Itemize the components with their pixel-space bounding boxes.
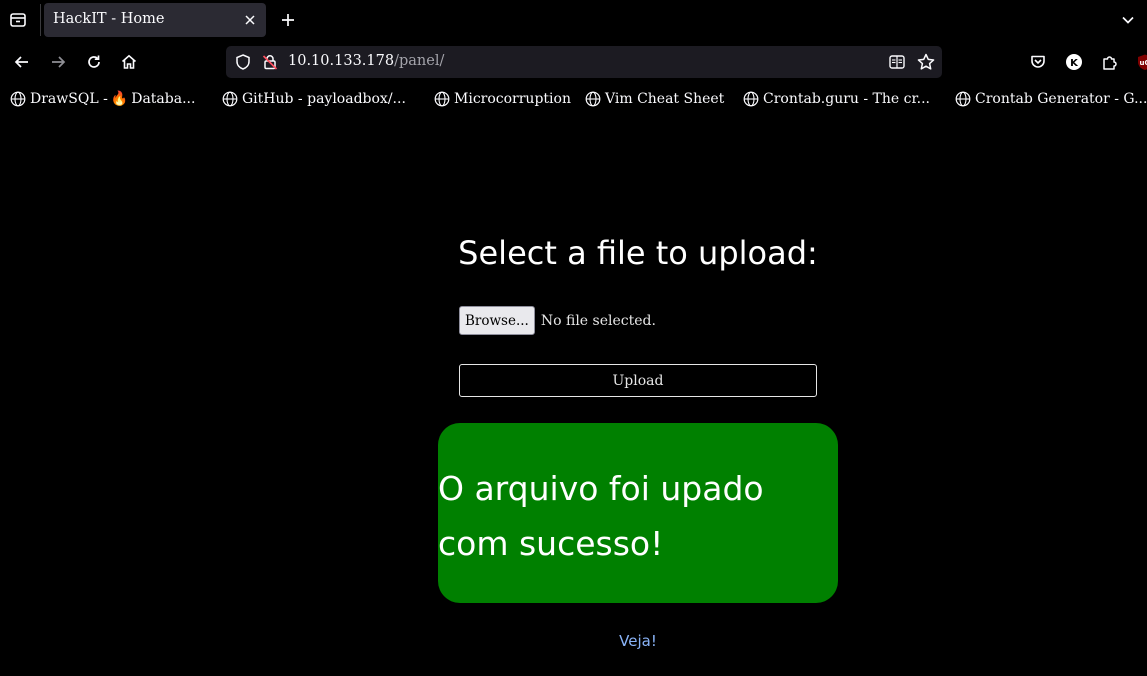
file-input[interactable]: Browse... No file selected. xyxy=(459,306,656,335)
chevron-down-icon[interactable] xyxy=(1118,10,1138,30)
url-text: 10.10.133.178/panel/ xyxy=(288,53,444,69)
upload-button[interactable]: Upload xyxy=(459,364,817,397)
browse-button[interactable]: Browse... xyxy=(459,306,535,335)
plus-icon[interactable] xyxy=(278,10,298,30)
bookmark-label: GitHub - payloadbox/... xyxy=(242,91,406,107)
svg-text:uO: uO xyxy=(1140,59,1147,67)
globe-icon xyxy=(10,91,26,107)
bookmark-label: Databa... xyxy=(131,91,196,107)
account-k-icon[interactable]: K xyxy=(1063,51,1085,73)
bookmark-vim-cheat-sheet[interactable]: Vim Cheat Sheet xyxy=(585,90,737,108)
url-host: 10.10.133.178 xyxy=(288,53,395,69)
forward-arrow-icon[interactable] xyxy=(47,51,69,73)
tab-title: HackIT - Home xyxy=(53,11,165,27)
globe-icon xyxy=(222,91,238,107)
bookmark-label: Vim Cheat Sheet xyxy=(605,91,725,107)
success-message-box: O arquivo foi upado com sucesso! xyxy=(438,423,838,603)
ublock-icon[interactable]: uO xyxy=(1134,51,1147,73)
home-icon[interactable] xyxy=(118,51,140,73)
bookmark-label: Crontab Generator - G... xyxy=(975,91,1147,107)
tab-separator xyxy=(40,4,41,36)
pocket-icon[interactable] xyxy=(1027,51,1049,73)
tab-active[interactable]: HackIT - Home xyxy=(44,3,266,37)
globe-icon xyxy=(743,91,759,107)
bookmark-microcorruption[interactable]: Microcorruption xyxy=(434,90,578,108)
bookmark-label: Microcorruption xyxy=(454,91,571,107)
page-content: Select a file to upload: Browse... No fi… xyxy=(0,114,1147,676)
star-icon[interactable] xyxy=(916,52,936,72)
file-status: No file selected. xyxy=(540,312,656,329)
bookmark-crontab-generator[interactable]: Crontab Generator - G... xyxy=(955,90,1147,108)
bookmark-drawsql[interactable]: DrawSQL - 🔥 Databa... xyxy=(10,90,210,108)
globe-icon xyxy=(955,91,971,107)
bookmark-github-payloadbox[interactable]: GitHub - payloadbox/... xyxy=(222,90,422,108)
close-icon[interactable] xyxy=(242,12,258,28)
back-arrow-icon[interactable] xyxy=(11,51,33,73)
reload-icon[interactable] xyxy=(83,51,105,73)
shield-icon[interactable] xyxy=(234,53,252,71)
globe-icon xyxy=(585,91,601,107)
reader-view-icon[interactable] xyxy=(888,53,906,71)
fire-emoji: 🔥 xyxy=(110,91,129,107)
url-path: /panel/ xyxy=(394,53,445,69)
bookmark-crontab-guru[interactable]: Crontab.guru - The cr... xyxy=(743,90,943,108)
tab-bar: HackIT - Home xyxy=(0,0,1147,40)
navigation-toolbar: 10.10.133.178/panel/ K uO xyxy=(0,40,1147,84)
account-letter: K xyxy=(1070,58,1079,69)
tab-list-icon[interactable] xyxy=(8,10,28,30)
globe-icon xyxy=(434,91,450,107)
puzzle-icon[interactable] xyxy=(1099,51,1121,73)
page-title: Select a file to upload: xyxy=(458,234,818,272)
insecure-lock-icon[interactable] xyxy=(261,53,279,71)
success-message: O arquivo foi upado com sucesso! xyxy=(438,469,764,563)
bookmark-label: DrawSQL - xyxy=(30,91,108,107)
view-link[interactable]: Veja! xyxy=(438,632,838,650)
bookmark-label: Crontab.guru - The cr... xyxy=(763,91,930,107)
bookmarks-toolbar: DrawSQL - 🔥 Databa... GitHub - payloadbo… xyxy=(0,84,1147,114)
url-bar[interactable]: 10.10.133.178/panel/ xyxy=(226,46,942,78)
